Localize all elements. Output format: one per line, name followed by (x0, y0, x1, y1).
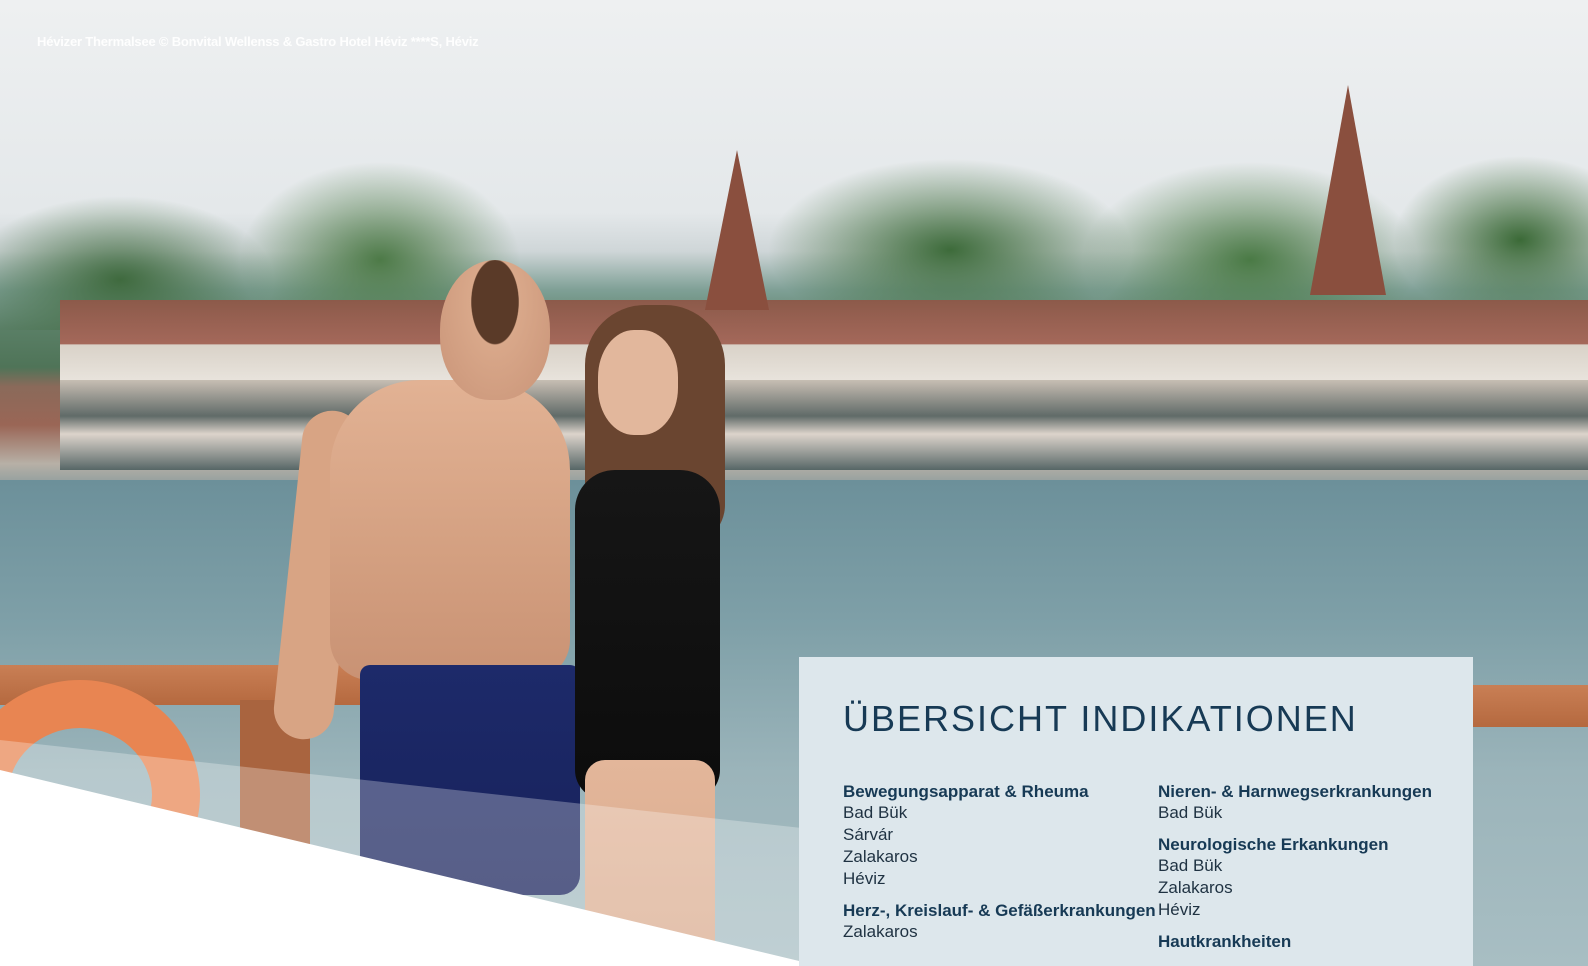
indication-group: Neurologische Erkankungen Bad Bük Zalakaro… (1158, 834, 1473, 921)
bath-house-building (60, 380, 1588, 470)
woman-swimsuit (575, 470, 720, 800)
panel-title: ÜBERSICHT INDIKATIONEN (843, 698, 1358, 739)
indication-group: Bewegungsapparat & Rheuma Bad Bük Sárvár Za… (843, 781, 1158, 890)
man-head (440, 260, 550, 400)
place-item: Zalakaros (1158, 878, 1233, 897)
indication-group: Nieren- & Harnwegserkrankungen Bad Bük (1158, 781, 1473, 824)
woman-face (598, 330, 678, 435)
indication-title: Herz-, Kreislauf- & Gefäßerkrankungen (843, 901, 1156, 920)
left-column: Bewegungsapparat & Rheuma Bad Bük Sárvár Za… (843, 781, 1158, 962)
indication-title: Bewegungsapparat & Rheuma (843, 782, 1089, 801)
place-item: Héviz (1158, 900, 1201, 919)
place-item: Héviz (843, 869, 886, 888)
indication-title: Neurologische Erkankungen (1158, 835, 1389, 854)
spire-right (1310, 85, 1386, 295)
indication-title: Hautkrankheiten (1158, 932, 1292, 951)
spire-left (705, 150, 769, 310)
place-item: Zalakaros (843, 922, 918, 941)
place-item: Zalakaros (843, 847, 918, 866)
place-item: Bad Bük (1158, 803, 1223, 822)
indications-panel: ÜBERSICHT INDIKATIONEN Bewegungsapparat … (799, 657, 1473, 966)
place-item: Sárvár (843, 825, 894, 844)
photo-credit: Hévizer Thermalsee © Bonvital Wellenss &… (37, 34, 479, 49)
indications-columns: Bewegungsapparat & Rheuma Bad Bük Sárvár Za… (843, 781, 1473, 962)
railing-right (1470, 685, 1588, 727)
indication-group: Hautkrankheiten (1158, 931, 1473, 952)
man-torso (330, 380, 570, 680)
indication-group: Herz-, Kreislauf- & Gefäßerkrankungen Zal… (843, 900, 1158, 943)
right-column: Nieren- & Harnwegserkrankungen Bad Bük Neu… (1158, 781, 1473, 962)
bath-house-roof (60, 300, 1588, 380)
place-item: Bad Bük (843, 803, 908, 822)
place-item: Bad Bük (1158, 856, 1223, 875)
indication-title: Nieren- & Harnwegserkrankungen (1158, 782, 1432, 801)
